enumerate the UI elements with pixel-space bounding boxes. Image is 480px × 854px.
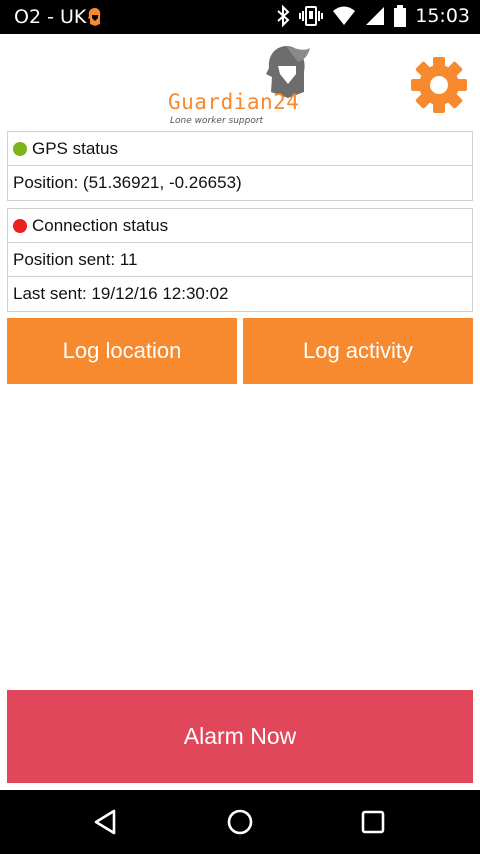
- gps-status-card: GPS status Position: (51.36921, -0.26653…: [7, 131, 473, 201]
- positions-sent-label: Position sent: 11: [13, 249, 138, 269]
- last-sent-row: Last sent: 19/12/16 12:30:02: [8, 277, 472, 311]
- recents-icon[interactable]: [357, 806, 389, 838]
- alarm-now-button[interactable]: Alarm Now: [7, 690, 473, 783]
- clock: 15:03: [415, 5, 470, 27]
- signal-icon: [366, 7, 385, 25]
- gear-icon[interactable]: [410, 56, 468, 114]
- gps-position-row: Position: (51.36921, -0.26653): [8, 166, 472, 200]
- log-location-button[interactable]: Log location: [7, 318, 237, 384]
- logo-tagline: Lone worker support: [170, 116, 264, 126]
- home-icon[interactable]: [224, 806, 256, 838]
- connection-status-indicator: [13, 218, 27, 233]
- app-logo: Guardian24 Lone worker support: [168, 44, 318, 130]
- gps-status-indicator: [13, 141, 27, 156]
- navigation-bar: [0, 790, 480, 854]
- wifi-icon: [333, 6, 356, 25]
- logo-wordmark: Guardian24: [168, 90, 300, 114]
- connection-status-row: Connection status: [8, 209, 472, 243]
- vibrate-icon: [299, 6, 324, 26]
- connection-status-card: Connection status Position sent: 11 Last…: [7, 208, 473, 312]
- positions-sent-row: Position sent: 11: [8, 243, 472, 277]
- battery-icon: [394, 5, 407, 27]
- connection-status-title: Connection status: [32, 215, 169, 235]
- status-icons: 15:03: [276, 5, 470, 27]
- back-icon[interactable]: [90, 806, 122, 838]
- gps-status-title: GPS status: [32, 138, 118, 158]
- last-sent-label: Last sent: 19/12/16 12:30:02: [13, 284, 229, 303]
- bluetooth-icon: [277, 5, 290, 27]
- guardian-notification-icon: [88, 8, 101, 26]
- gps-position-label: Position: (51.36921, -0.26653): [13, 173, 242, 192]
- status-bar: O2 - UK 15:03: [0, 0, 480, 34]
- gps-status-row: GPS status: [8, 132, 472, 166]
- carrier-label: O2 - UK: [14, 6, 87, 28]
- log-activity-button[interactable]: Log activity: [243, 318, 473, 384]
